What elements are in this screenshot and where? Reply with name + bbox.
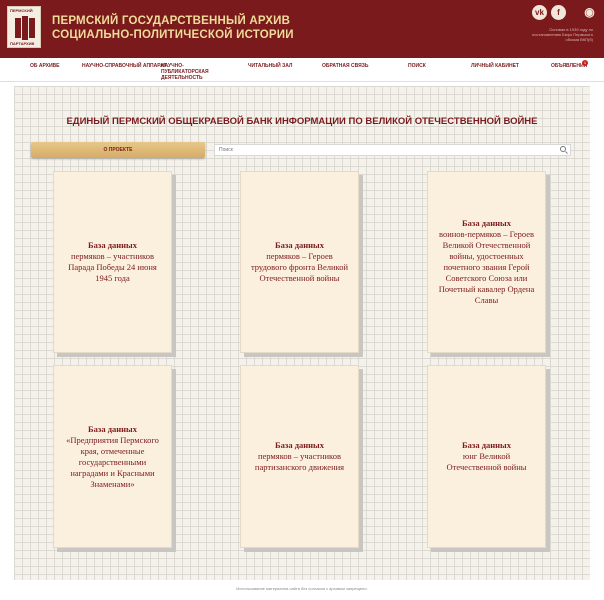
card-heading: База данных [275,440,324,450]
nav-item-account[interactable]: ЛИЧНЫЙ КАБИНЕТ [471,63,519,69]
card-heading: База данных [88,423,137,434]
logo-bar [22,16,28,40]
card-text: База данных пермяков – участников Парада… [62,240,163,284]
card-text: База данных «Предприятия Пермского края,… [62,424,163,490]
site-title[interactable]: ПЕРМСКИЙ ГОСУДАРСТВЕННЫЙ АРХИВ СОЦИАЛЬНО… [52,14,312,42]
logo-bar [29,18,35,38]
database-card[interactable]: База данных воинов-пермяков – Героев Вел… [427,171,546,353]
logo-bar [15,18,21,38]
logo-top-text: ПЕРМСКИЙ [10,8,33,13]
nav-item-search[interactable]: ПОИСК [408,63,426,69]
notification-badge: 1 [582,60,588,66]
nav-item-reading-room[interactable]: ЧИТАЛЬНЫЙ ЗАЛ [248,63,292,69]
database-card[interactable]: База данных пермяков – участников Парада… [53,171,172,353]
nav-item-about[interactable]: ОБ АРХИВЕ [30,63,60,69]
card-text: База данных пермяков – участников партиз… [249,440,350,473]
main-nav: ОБ АРХИВЕ НАУЧНО-СПРАВОЧНЫЙ АППАРАТ НАУЧ… [0,58,604,82]
database-card[interactable]: База данных юнг Великой Отечественной во… [427,365,546,548]
archive-logo[interactable]: ПЕРМСКИЙ ПАРТАРХИВ [7,6,41,48]
card-text: База данных пермяков – Героев трудового … [249,240,350,284]
card-description: пермяков – участников партизанского движ… [254,451,345,472]
database-card[interactable]: База данных «Предприятия Пермского края,… [53,365,172,548]
card-description: «Предприятия Пермского края, отмеченные … [66,434,159,489]
card-description: юнг Великой Отечественной войны [446,451,527,472]
site-title-line2: СОЦИАЛЬНО-ПОЛИТИЧЕСКОЙ ИСТОРИИ [52,29,294,41]
footer-text: Использование материалов сайта без согла… [236,586,368,591]
eye-icon[interactable]: ◉ [582,5,597,20]
card-text: База данных воинов-пермяков – Героев Вел… [436,218,537,306]
logo-bottom-text: ПАРТАРХИВ [10,41,35,46]
card-description: воинов-пермяков – Героев Великой Отечест… [438,229,535,305]
site-header: ПЕРМСКИЙ ПАРТАРХИВ ПЕРМСКИЙ ГОСУДАРСТВЕН… [0,0,604,58]
nav-item-feedback[interactable]: ОБРАТНАЯ СВЯЗЬ [322,63,368,69]
about-project-button[interactable]: О ПРОЕКТЕ [31,142,205,158]
database-card[interactable]: База данных пермяков – участников партиз… [240,365,359,548]
nav-item-reference[interactable]: НАУЧНО-СПРАВОЧНЫЙ АППАРАТ [82,63,167,69]
card-description: пермяков – Героев трудового фронта Велик… [250,251,349,283]
page-title: ЕДИНЫЙ ПЕРМСКИЙ ОБЩЕКРАЕВОЙ БАНК ИНФОРМА… [66,116,538,127]
site-title-line1: ПЕРМСКИЙ ГОСУДАРСТВЕННЫЙ АРХИВ [52,15,291,27]
search-icon[interactable] [560,146,566,152]
card-description: пермяков – участников Парада Победы 24 и… [68,251,157,283]
header-note: Основан в 1939 году по постановлению Бюр… [532,27,593,42]
nav-item-publications[interactable]: НАУЧНО-ПУБЛИКАТОРСКАЯ ДЕЯТЕЛЬНОСТЬ [161,63,231,81]
vk-icon[interactable]: vk [532,5,547,20]
database-card[interactable]: База данных пермяков – Героев трудового … [240,171,359,353]
search-input[interactable] [214,144,571,156]
card-heading: База данных [462,440,511,450]
facebook-icon[interactable]: f [551,5,566,20]
card-text: База данных юнг Великой Отечественной во… [436,440,537,473]
card-heading: База данных [88,240,137,250]
card-heading: База данных [462,218,511,228]
card-heading: База данных [275,240,324,250]
